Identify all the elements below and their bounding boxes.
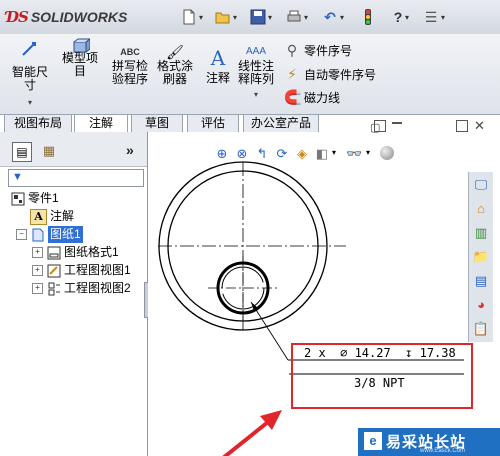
app-logo: ƊS SOLIDWORKS	[6, 8, 127, 26]
home-icon[interactable]: ⌂	[472, 200, 490, 218]
tab-office-products[interactable]: 办公室产品	[243, 114, 319, 132]
format-painter-label: 格式涂刷器	[156, 59, 193, 86]
model-items-icon	[72, 38, 92, 56]
auto-balloon-button[interactable]: ⚡ 自动零件序号	[284, 66, 376, 83]
tree-item-label: 图纸1	[48, 226, 83, 243]
balloon-button[interactable]: ⚲ 零件序号	[284, 42, 352, 59]
new-dropdown-icon[interactable]: ▾	[199, 13, 203, 22]
tile-icon[interactable]	[374, 120, 386, 132]
rebuild-icon[interactable]	[360, 9, 376, 25]
tree-item-sheet[interactable]: − 图纸1	[16, 226, 83, 243]
task-pane-tabs: 🖵 ⌂ ▥ 📁 ▤ ◕ 📋	[468, 172, 493, 342]
tab-annotation[interactable]: 注解	[74, 114, 128, 133]
sheet-icon	[30, 228, 45, 242]
linear-note-pattern-button[interactable]: AAA 线性注释阵列 ▾	[236, 46, 276, 101]
file-explorer-icon[interactable]: 📁	[472, 248, 490, 266]
help-dropdown-icon[interactable]: ▾	[405, 13, 409, 22]
smart-dimension-button[interactable]: 智能尺寸 ▾	[10, 40, 50, 109]
note-label: 注释	[205, 71, 230, 85]
filter-field[interactable]: ▼	[8, 169, 144, 187]
drawing-view-icon	[46, 264, 61, 278]
solidworks-resources-icon[interactable]: 🖵	[472, 176, 490, 194]
undo-icon[interactable]: ↶	[322, 9, 338, 25]
view-palette-icon[interactable]: ▤	[472, 272, 490, 290]
drawing-view-icon	[46, 282, 61, 296]
spell-checker-button[interactable]: ABC 拼写检验程序	[108, 46, 152, 86]
help-icon[interactable]: ?	[390, 9, 406, 25]
site-watermark: e 易采站长站 www.Easck.Com	[358, 428, 500, 456]
part-drawing-icon	[10, 192, 25, 206]
tree-item-label: 注解	[50, 209, 75, 223]
open-icon[interactable]	[215, 9, 231, 25]
annotation-arrow	[222, 410, 282, 456]
expand-icon[interactable]: +	[32, 283, 43, 294]
threaded-hole	[208, 256, 278, 320]
design-library-icon[interactable]: ▥	[472, 224, 490, 242]
hole-callout-highlight	[291, 343, 473, 409]
magnet-icon: 🧲	[284, 89, 302, 105]
title-bar: ƊS SOLIDWORKS ▾ ▾ ▾ ▾ ↶ ▾ ? ▾ ☰ ▾	[0, 0, 500, 35]
open-dropdown-icon[interactable]: ▾	[233, 13, 237, 22]
linear-note-pattern-icon: AAA	[245, 46, 266, 57]
panel-toolbar: ▤ ▦ »	[0, 132, 147, 167]
command-tabs: 视图布局 注解 草图 评估 办公室产品	[0, 114, 320, 133]
note-icon: A	[210, 46, 226, 70]
appearances-icon[interactable]: ◕	[472, 296, 490, 314]
linear-note-pattern-label: 线性注释阵列	[237, 59, 274, 86]
tab-view-layout[interactable]: 视图布局	[4, 114, 72, 132]
graphics-area[interactable]: ▢ ✕ ⊕ ⊗ ↰ ⟳ ◈ ◧ ▾ 👓 ▾ 2 x ∅ 14.27 ↧ 17.3…	[148, 118, 500, 456]
magnetic-line-button[interactable]: 🧲 磁力线	[284, 89, 340, 106]
note-button[interactable]: A 注释	[202, 46, 234, 85]
auto-balloon-label: 自动零件序号	[304, 68, 377, 82]
options-icon[interactable]: ☰	[423, 9, 439, 25]
logo-mark: ƊS	[6, 8, 29, 26]
tab-evaluate[interactable]: 评估	[187, 114, 239, 132]
custom-properties-icon[interactable]: 📋	[472, 320, 490, 338]
tree-item-label: 零件1	[28, 191, 59, 205]
maximize-icon[interactable]	[456, 120, 468, 132]
tree-item-label: 工程图视图2	[64, 281, 131, 295]
spell-checker-icon: ABC	[120, 47, 140, 57]
filter-icon: ▼	[12, 171, 23, 183]
feature-manager-tab-icon[interactable]: ▤	[12, 142, 32, 162]
undo-dropdown-icon[interactable]: ▾	[340, 13, 344, 22]
save-dropdown-icon[interactable]: ▾	[268, 13, 272, 22]
auto-balloon-icon: ⚡	[287, 66, 297, 82]
tree-item-drawing-view2[interactable]: + 工程图视图2	[32, 280, 131, 297]
expand-icon[interactable]: +	[32, 265, 43, 276]
magnetic-line-label: 磁力线	[304, 91, 341, 105]
print-icon[interactable]	[286, 9, 302, 25]
minimize-icon[interactable]	[392, 122, 402, 132]
tree-item-annotations[interactable]: A 注解	[30, 208, 74, 225]
watermark-url: www.Easck.Com	[420, 448, 466, 454]
collapse-icon[interactable]: −	[16, 229, 27, 240]
tree-item-drawing-view1[interactable]: + 工程图视图1	[32, 262, 131, 279]
logo-text: SOLIDWORKS	[30, 9, 128, 25]
balloon-icon: ⚲	[286, 42, 298, 58]
spell-checker-label: 拼写检验程序	[111, 59, 148, 86]
balloon-label: 零件序号	[304, 44, 353, 58]
print-dropdown-icon[interactable]: ▾	[304, 13, 308, 22]
watermark-logo-icon: e	[364, 432, 382, 450]
linear-note-pattern-dropdown-icon[interactable]: ▾	[236, 88, 276, 101]
sheet-format-icon	[46, 246, 61, 260]
smart-dimension-icon	[10, 40, 50, 64]
format-painter-icon: 🖌	[166, 44, 184, 60]
tree-item-sheet-format[interactable]: + 图纸格式1	[32, 244, 119, 261]
expand-icon[interactable]: +	[32, 247, 43, 258]
smart-dimension-dropdown-icon[interactable]: ▾	[10, 96, 50, 109]
format-painter-button[interactable]: 🖌 格式涂刷器	[156, 44, 194, 86]
annotations-icon: A	[30, 208, 47, 225]
save-icon[interactable]	[250, 9, 266, 25]
tree-item-part[interactable]: 零件1	[10, 190, 59, 207]
options-dropdown-icon[interactable]: ▾	[441, 13, 445, 22]
panel-expand-icon[interactable]: »	[126, 142, 134, 158]
property-manager-tab-icon[interactable]: ▦	[40, 142, 58, 160]
tab-sketch[interactable]: 草图	[131, 114, 183, 132]
tree-item-label: 工程图视图1	[64, 263, 131, 277]
feature-manager-panel: ▤ ▦ » ▼ 零件1 A 注解 − 图纸1 + 图纸格式1 + 工程图视图1	[0, 132, 152, 456]
smart-dimension-label: 智能尺寸	[11, 65, 48, 92]
new-document-icon[interactable]	[181, 9, 197, 25]
tree-item-label: 图纸格式1	[64, 245, 119, 259]
